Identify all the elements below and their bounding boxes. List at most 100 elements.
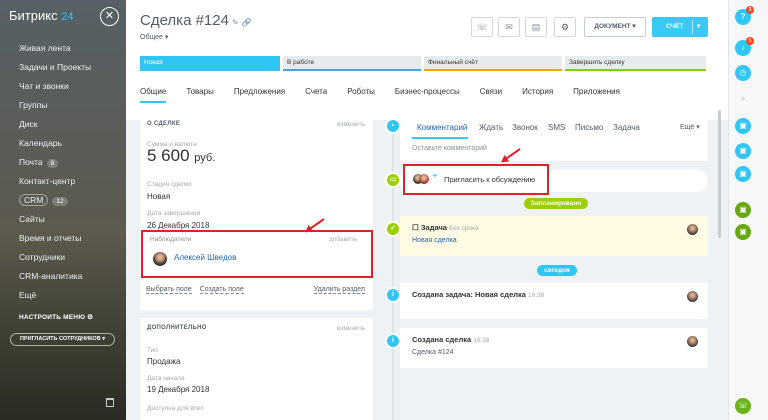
avatar xyxy=(153,252,167,266)
field-label: Доступна для всех xyxy=(147,405,204,412)
sidebar-menu: Живая лента Задачи и Проекты Чат и звонк… xyxy=(19,39,91,305)
sidebar-item-chat[interactable]: Чат и звонки xyxy=(19,77,91,96)
help-icon[interactable]: ? 3 xyxy=(735,6,754,25)
section-heading: ДОПОЛНИТЕЛЬНО xyxy=(147,325,207,331)
comment-input[interactable]: Оставьте комментарий xyxy=(412,145,487,152)
tab-task[interactable]: Задача xyxy=(613,123,640,132)
settings-button[interactable]: ⚙ xyxy=(554,17,576,37)
type-value: Продажа xyxy=(147,357,181,366)
sidebar-item-crm[interactable]: CRM 12 xyxy=(19,191,91,210)
tab-links[interactable]: Связи xyxy=(480,87,502,103)
tab-history[interactable]: История xyxy=(522,87,553,103)
tab-general[interactable]: Общие xyxy=(140,87,167,103)
email-button[interactable]: ✉ xyxy=(498,17,520,37)
sidebar-item-feed[interactable]: Живая лента xyxy=(19,39,91,58)
about-deal-card: О СДЕЛКЕ изменить Сумма и валюта 5 600 р… xyxy=(140,114,373,310)
invite-users-button[interactable]: ПРИГЛАСИТЬ СОТРУДНИКОВ ▾ xyxy=(10,333,115,346)
stage-new[interactable]: Новая xyxy=(140,56,280,71)
counter-badge: 8 xyxy=(46,159,59,168)
timeline-task-item: ☐ Задача Без срока Новая сделка xyxy=(400,216,708,256)
delete-section-link[interactable]: Удалить раздел xyxy=(313,286,365,294)
lock-icon[interactable]: ▣ xyxy=(735,166,751,182)
checkmark-icon: ✓ xyxy=(385,221,401,237)
sidebar-item-mail[interactable]: Почта 8 xyxy=(19,153,91,172)
tab-wait[interactable]: Ждать xyxy=(479,123,503,132)
sidebar-item-contact-center[interactable]: Контакт-центр xyxy=(19,172,91,191)
invoice-button[interactable]: СЧЁТ ▾ xyxy=(652,17,708,37)
lock-icon[interactable]: ▣ xyxy=(735,202,751,218)
edit-link[interactable]: изменить xyxy=(337,121,365,128)
planned-badge: Запланировано xyxy=(524,198,588,209)
stage-in-progress[interactable]: В работе xyxy=(283,56,421,71)
counter-badge: 12 xyxy=(52,197,68,206)
document-button[interactable]: ДОКУМЕНТ ▾ xyxy=(584,17,646,37)
sidebar-item-calendar[interactable]: Календарь xyxy=(19,134,91,153)
tab-products[interactable]: Товары xyxy=(186,87,214,103)
phone-button[interactable]: ☏ xyxy=(471,17,493,37)
tab-robots[interactable]: Роботы xyxy=(347,87,375,103)
lock-icon[interactable]: ▣ xyxy=(735,143,751,159)
edit-link[interactable]: изменить xyxy=(337,325,365,332)
field-label: Тип xyxy=(147,347,158,354)
invite-discussion-text: Пригласить к обсуждению xyxy=(444,175,536,184)
avatar xyxy=(687,224,698,235)
chevron-down-icon: ▾ xyxy=(102,336,105,342)
observer-name[interactable]: Алексей Шведов xyxy=(174,253,236,262)
gear-icon: ⚙ xyxy=(87,314,94,321)
composer-more-menu[interactable]: Ещё ▾ xyxy=(680,123,700,131)
tab-quotes[interactable]: Предложения xyxy=(234,87,285,103)
search-icon[interactable]: ⌕ xyxy=(735,91,751,107)
chat-button[interactable]: ▤ xyxy=(525,17,547,37)
field-label: Наблюдатели xyxy=(150,236,192,243)
sidebar-item-employees[interactable]: Сотрудники xyxy=(19,248,91,267)
task-link[interactable]: Новая сделка xyxy=(412,237,457,244)
amount-value: 5 600 руб. xyxy=(147,146,216,165)
trash-icon[interactable] xyxy=(106,398,114,407)
sidebar-item-time[interactable]: Время и отчеты xyxy=(19,229,91,248)
add-observer-link[interactable]: добавить xyxy=(329,236,357,243)
tab-call[interactable]: Звонок xyxy=(512,123,538,132)
checkbox-icon[interactable]: ☐ xyxy=(412,223,419,232)
create-field-link[interactable]: Создать поле xyxy=(199,286,244,294)
observers-field: Наблюдатели добавить Алексей Шведов xyxy=(141,230,373,278)
sidebar-item-more[interactable]: Ещё xyxy=(19,286,91,305)
sidebar-item-disk[interactable]: Диск xyxy=(19,115,91,134)
tab-invoices[interactable]: Счета xyxy=(305,87,327,103)
chat-icon: ▤ xyxy=(531,22,541,32)
sidebar-item-sites[interactable]: Сайты xyxy=(19,210,91,229)
avatar xyxy=(687,336,698,347)
start-date-value: 19 Декабря 2018 xyxy=(147,385,210,394)
stage-complete[interactable]: Завершить сделку xyxy=(565,56,706,71)
category-selector[interactable]: Общее ▾ xyxy=(140,33,168,41)
chevron-down-icon[interactable]: ▾ xyxy=(697,17,700,37)
select-field-link[interactable]: Выбрать поле xyxy=(146,286,192,294)
scrollbar[interactable] xyxy=(718,110,721,238)
timer-icon[interactable]: ◷ xyxy=(735,65,751,81)
plus-icon: + xyxy=(432,171,438,182)
sidebar-item-tasks[interactable]: Задачи и Проекты xyxy=(19,58,91,77)
invite-discussion-field[interactable]: + Пригласить к обсуждению xyxy=(403,164,549,195)
link-icon[interactable]: 🔗 xyxy=(242,18,252,27)
close-icon[interactable]: ✕ xyxy=(100,7,119,26)
deal-link[interactable]: Сделка #124 xyxy=(412,349,454,356)
task-title[interactable]: ☐ Задача Без срока xyxy=(412,223,479,232)
bell-icon[interactable]: ♪ 5 xyxy=(735,37,754,56)
tab-bizproc[interactable]: Бизнес-процессы xyxy=(395,87,460,103)
field-actions: Выбрать поле Создать поле xyxy=(146,286,252,294)
tab-comment[interactable]: Комментарий xyxy=(417,123,467,132)
configure-menu-link[interactable]: НАСТРОИТЬ МЕНЮ ⚙ xyxy=(19,313,93,321)
tab-apps[interactable]: Приложения xyxy=(573,87,620,103)
lock-icon[interactable]: ▣ xyxy=(735,118,751,134)
sidebar-item-crm-analytics[interactable]: CRM-аналитика xyxy=(19,267,91,286)
stage-final-invoice[interactable]: Финальный счёт xyxy=(424,56,562,71)
info-icon: i xyxy=(385,333,401,349)
left-sidebar: Битрикс 24 ✕ Живая лента Задачи и Проект… xyxy=(0,0,126,420)
tab-sms[interactable]: SMS xyxy=(548,123,565,132)
lock-icon[interactable]: ▣ xyxy=(735,224,751,240)
pencil-icon[interactable]: ✎ xyxy=(232,18,239,27)
gear-icon: ⚙ xyxy=(560,22,570,32)
sidebar-item-groups[interactable]: Группы xyxy=(19,96,91,115)
logo[interactable]: Битрикс 24 xyxy=(9,8,73,23)
tab-email[interactable]: Письмо xyxy=(575,123,603,132)
phone-icon[interactable]: ☏ xyxy=(735,398,751,414)
